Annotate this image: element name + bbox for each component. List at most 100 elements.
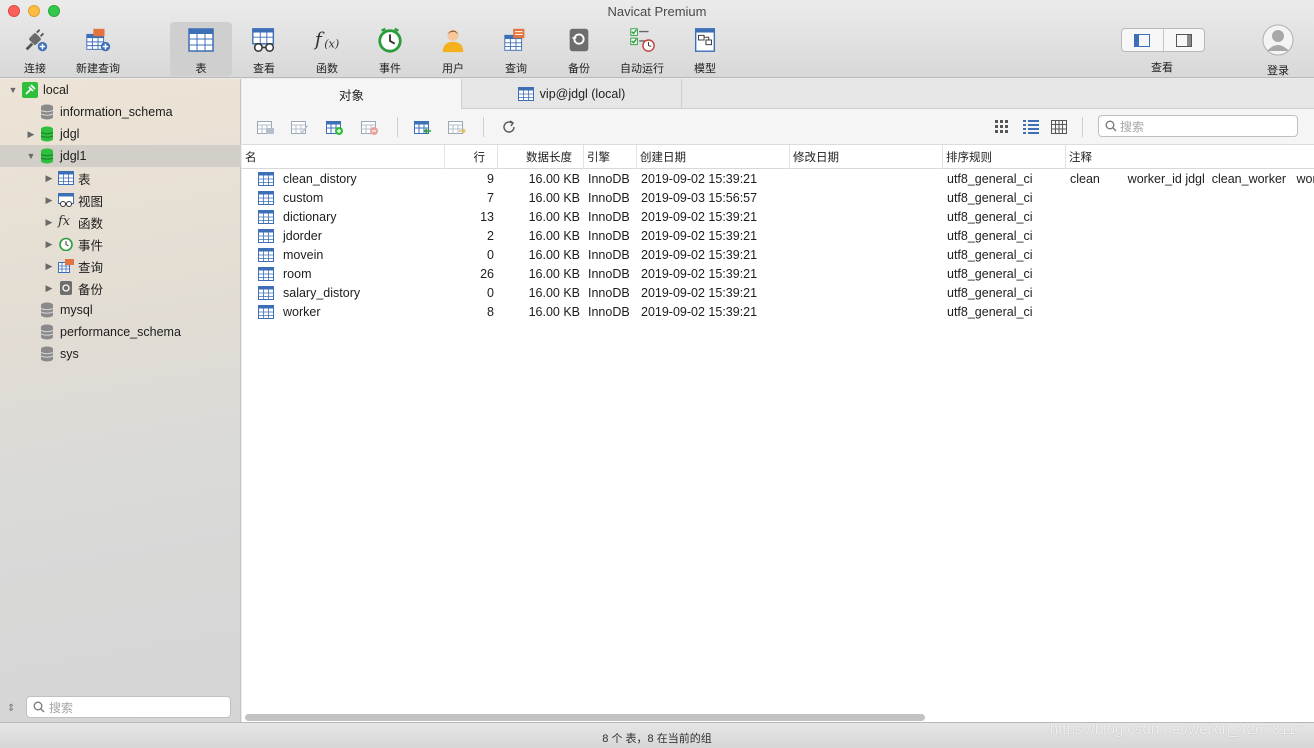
table-row[interactable]: custom 7 16.00 KB InnoDB 2019-09-03 15:56:57… [242, 188, 1314, 207]
cell-name: custom [258, 188, 438, 207]
toolbar-connect-button[interactable]: 连接 [4, 22, 66, 76]
collapsed-triangle-icon[interactable]: ▶ [44, 217, 54, 227]
sidebar-search-input[interactable]: 搜索 [26, 696, 231, 718]
cell-data-length: 16.00 KB [528, 171, 580, 186]
table-row[interactable]: worker 8 16.00 KB InnoDB 2019-09-02 15:39:21… [242, 302, 1314, 321]
refresh-icon[interactable] [499, 118, 519, 136]
sidebar-item-queries[interactable]: ▶ 查询 [0, 255, 241, 277]
cell-comment [1070, 302, 1314, 321]
column-header-name[interactable]: 名 [242, 145, 445, 169]
database-icon [40, 104, 54, 120]
cell-create-date: 2019-09-02 15:39:21 [641, 247, 758, 262]
user-icon [439, 26, 467, 54]
toolbar-query-button[interactable]: 查询 [485, 22, 547, 76]
sort-arrows-icon[interactable]: ⇕ [7, 703, 15, 714]
table-row[interactable]: clean_distory 9 16.00 KB InnoDB 2019-09-02 1… [242, 169, 1314, 188]
model-icon [691, 26, 719, 54]
avatar-icon [1262, 24, 1294, 59]
toolbar-event-button[interactable]: 事件 [359, 22, 421, 76]
column-header-data-length[interactable]: 数据长度 [498, 145, 584, 169]
right-panel-toggle-icon[interactable] [1164, 29, 1205, 51]
import-wizard-icon[interactable] [413, 118, 433, 136]
table-icon [258, 228, 274, 243]
table-row[interactable]: dictionary 13 16.00 KB InnoDB 2019-09-02 15:… [242, 207, 1314, 226]
icon-view-icon[interactable] [992, 118, 1012, 136]
sidebar-item-local[interactable]: ▼ local [0, 79, 241, 101]
horizontal-scrollbar[interactable] [245, 714, 925, 721]
open-table-icon[interactable] [256, 118, 276, 136]
view-folder-icon [58, 193, 74, 207]
cell-rows: 2 [487, 228, 494, 243]
tab-bar: 对象 vip@jdgl (local) [242, 79, 1314, 109]
object-search-input[interactable]: 搜索 [1098, 115, 1298, 137]
cell-name: movein [258, 245, 438, 264]
table-row[interactable]: room 26 16.00 KB InnoDB 2019-09-02 15:39:21 u… [242, 264, 1314, 283]
sidebar-item-events[interactable]: ▶ 事件 [0, 233, 241, 255]
toolbar-backup-button[interactable]: 备份 [548, 22, 610, 76]
collapsed-triangle-icon[interactable]: ▶ [44, 173, 54, 183]
collapsed-triangle-icon[interactable]: ▶ [44, 239, 54, 249]
toolbar-new-query-button[interactable]: 新建查询 [67, 22, 129, 76]
column-header-create-date[interactable]: 创建日期 [637, 145, 790, 169]
search-icon [33, 701, 45, 713]
column-header-modify-date[interactable]: 修改日期 [790, 145, 943, 169]
status-bar: 8 个 表，8 在当前的组 https://blog.csdn.net/weix… [0, 721, 1314, 748]
sidebar-item-jdgl1[interactable]: ▼ jdgl1 [0, 145, 241, 167]
toolbar-function-button[interactable]: f (x) 函数 [296, 22, 358, 76]
column-header-engine[interactable]: 引擎 [584, 145, 637, 169]
cell-comment [1070, 207, 1314, 226]
cell-modify-date [793, 226, 943, 245]
collapsed-triangle-icon[interactable]: ▶ [44, 195, 54, 205]
expanded-triangle-icon[interactable]: ▼ [8, 85, 18, 95]
delete-table-icon[interactable] [360, 118, 380, 136]
table-icon [517, 87, 534, 101]
view-toggle-label: 查看 [1151, 62, 1173, 74]
left-panel-toggle-icon[interactable] [1122, 29, 1164, 51]
table-row[interactable]: jdorder 2 16.00 KB InnoDB 2019-09-02 15:39:2… [242, 226, 1314, 245]
table-icon [258, 285, 274, 300]
sidebar-item-jdgl[interactable]: ▶ jdgl [0, 123, 241, 145]
cell-name: dictionary [258, 207, 438, 226]
export-wizard-icon[interactable] [447, 118, 467, 136]
toolbar-separator [483, 117, 484, 137]
sidebar-item-views[interactable]: ▶ 视图 [0, 189, 241, 211]
toolbar-table-button[interactable]: 表 [170, 22, 232, 76]
main-panel: 对象 vip@jdgl (local) 搜索 名 行 数据长度 引擎 创建日期 … [242, 79, 1314, 722]
toolbar-user-button[interactable]: 用户 [422, 22, 484, 76]
connection-icon [22, 82, 38, 98]
cell-create-date: 2019-09-02 15:39:21 [641, 285, 758, 300]
collapsed-triangle-icon[interactable]: ▶ [44, 283, 54, 293]
sidebar-item-mysql[interactable]: mysql [0, 299, 241, 321]
sidebar-item-performance-schema[interactable]: performance_schema [0, 321, 241, 343]
detail-view-icon[interactable] [1049, 118, 1069, 136]
table-icon [258, 304, 274, 319]
sidebar-item-information-schema[interactable]: information_schema [0, 101, 241, 123]
toolbar-automation-button[interactable]: 自动运行 [611, 22, 673, 76]
toolbar-model-button[interactable]: 模型 [674, 22, 736, 76]
design-table-icon[interactable] [290, 118, 310, 136]
table-icon [258, 190, 274, 205]
list-view-icon[interactable] [1021, 118, 1041, 136]
toolbar-view-button[interactable]: 查看 [233, 22, 295, 76]
column-header-comment[interactable]: 注释 [1066, 145, 1314, 169]
tab-objects[interactable]: 对象 [242, 79, 462, 109]
sidebar-item-sys[interactable]: sys [0, 343, 241, 365]
collapsed-triangle-icon[interactable]: ▶ [44, 261, 54, 271]
cell-comment [1070, 283, 1314, 302]
table-icon [258, 209, 274, 224]
sidebar-item-functions[interactable]: ▶ fx 函数 [0, 211, 241, 233]
column-header-rows[interactable]: 行 [445, 145, 498, 169]
collapsed-triangle-icon[interactable]: ▶ [26, 129, 36, 139]
expanded-triangle-icon[interactable]: ▼ [26, 151, 36, 161]
sidebar-item-tables[interactable]: ▶ 表 [0, 167, 241, 189]
table-row[interactable]: movein 0 16.00 KB InnoDB 2019-09-02 15:39:21… [242, 245, 1314, 264]
login-button[interactable]: 登录 [1247, 22, 1309, 77]
table-row[interactable]: salary_distory 0 16.00 KB InnoDB 2019-09-02 … [242, 283, 1314, 302]
column-header-collation[interactable]: 排序规则 [943, 145, 1066, 169]
cell-data-length: 16.00 KB [528, 247, 580, 262]
tab-vip-jdgl[interactable]: vip@jdgl (local) [462, 79, 682, 109]
new-table-icon[interactable] [325, 118, 345, 136]
cell-create-date: 2019-09-02 15:39:21 [641, 209, 758, 224]
sidebar-item-backups[interactable]: ▶ 备份 [0, 277, 241, 299]
cell-comment [1070, 226, 1314, 245]
